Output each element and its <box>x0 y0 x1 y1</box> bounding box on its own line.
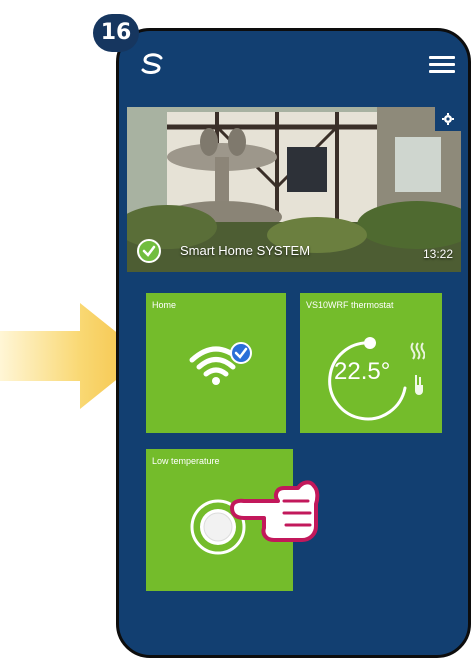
step-number-badge: 16 <box>93 14 139 52</box>
hamburger-menu-icon[interactable] <box>429 56 455 74</box>
check-circle-icon <box>137 239 161 263</box>
thermostat-temperature: 22.5° <box>334 358 391 385</box>
banner-time: 13:22 <box>422 247 453 261</box>
banner-settings-button[interactable] <box>435 107 461 131</box>
app-logo-icon <box>141 53 163 74</box>
tile-label: Low temperature <box>152 456 220 466</box>
tile-label: Home <box>152 300 177 310</box>
phone-frame: Smart Home SYSTEM 13:22 Home VS10WRF the… <box>116 28 471 658</box>
banner-title: Smart Home SYSTEM <box>180 243 311 258</box>
wifi-connected-icon <box>189 342 252 385</box>
pointing-hand-icon <box>230 480 320 542</box>
tile-home[interactable]: Home <box>146 293 286 433</box>
tile-thermostat[interactable]: VS10WRF thermostat 22.5° <box>300 293 442 433</box>
home-banner[interactable]: Smart Home SYSTEM 13:22 <box>127 107 461 272</box>
tile-label: VS10WRF thermostat <box>306 300 394 310</box>
gear-icon <box>442 113 454 125</box>
